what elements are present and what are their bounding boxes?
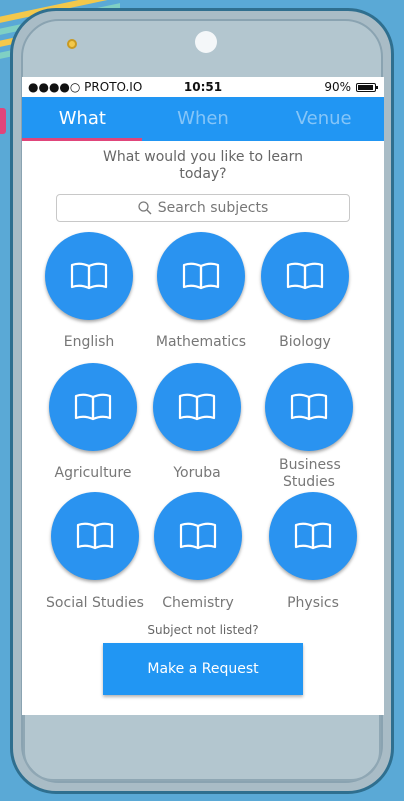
tab-when[interactable]: When [143,97,264,141]
subject-english[interactable]: English [29,232,149,350]
book-icon [70,262,108,290]
subject-yoruba[interactable]: Yoruba [137,363,257,481]
book-icon [286,262,324,290]
battery-percent: 90% [324,80,351,94]
subject-button[interactable] [269,492,357,580]
subject-label: Social Studies [46,595,144,611]
subject-social-studies[interactable]: Social Studies [35,492,155,611]
subject-physics[interactable]: Physics [253,492,373,611]
page-prompt: What would you like to learn today? [103,149,303,182]
make-request-button[interactable]: Make a Request [103,643,303,695]
subject-label: English [63,334,115,350]
camera-icon [195,31,217,53]
subject-button[interactable] [261,232,349,320]
app-screen: ●●●●○ PROTO.IO 10:51 90% What When Venue… [22,77,384,715]
subject-label: Chemistry [162,595,234,611]
subject-not-listed-text: Subject not listed? [147,623,259,637]
subject-label: Physics [287,595,339,611]
book-icon [182,262,220,290]
battery-icon [356,82,378,92]
status-bar: ●●●●○ PROTO.IO 10:51 90% [22,77,384,97]
book-icon [290,393,328,421]
subject-button[interactable] [154,492,242,580]
subject-mathematics[interactable]: Mathematics [141,232,261,350]
active-tab-indicator [22,138,142,141]
sensor-icon [67,39,77,49]
subject-agriculture[interactable]: Agriculture [33,363,153,481]
tab-venue[interactable]: Venue [263,97,384,141]
book-icon [178,393,216,421]
subject-label: Business Studies [279,457,341,490]
subject-button[interactable] [49,363,137,451]
tab-what[interactable]: What [22,97,143,141]
subject-button[interactable] [157,232,245,320]
subject-chemistry[interactable]: Chemistry [138,492,258,611]
subject-label: Biology [279,334,331,350]
subject-biology[interactable]: Biology [245,232,365,350]
battery-status: 90% [324,80,378,94]
tab-bar: What When Venue [22,97,384,141]
search-input[interactable]: Search subjects [56,194,350,222]
subject-button[interactable] [153,363,241,451]
subject-button[interactable] [45,232,133,320]
background-accent [0,108,6,134]
subject-label: Mathematics [155,334,247,350]
subject-button[interactable] [51,492,139,580]
search-placeholder: Search subjects [157,200,269,216]
search-icon [138,201,152,215]
phone-chin [23,715,381,781]
subject-label: Yoruba [173,465,221,481]
subject-business-studies[interactable]: Business Studies [249,363,369,490]
subject-label: Agriculture [54,465,132,481]
book-icon [74,393,112,421]
subject-button[interactable] [265,363,353,451]
book-icon [76,522,114,550]
book-icon [179,522,217,550]
book-icon [294,522,332,550]
